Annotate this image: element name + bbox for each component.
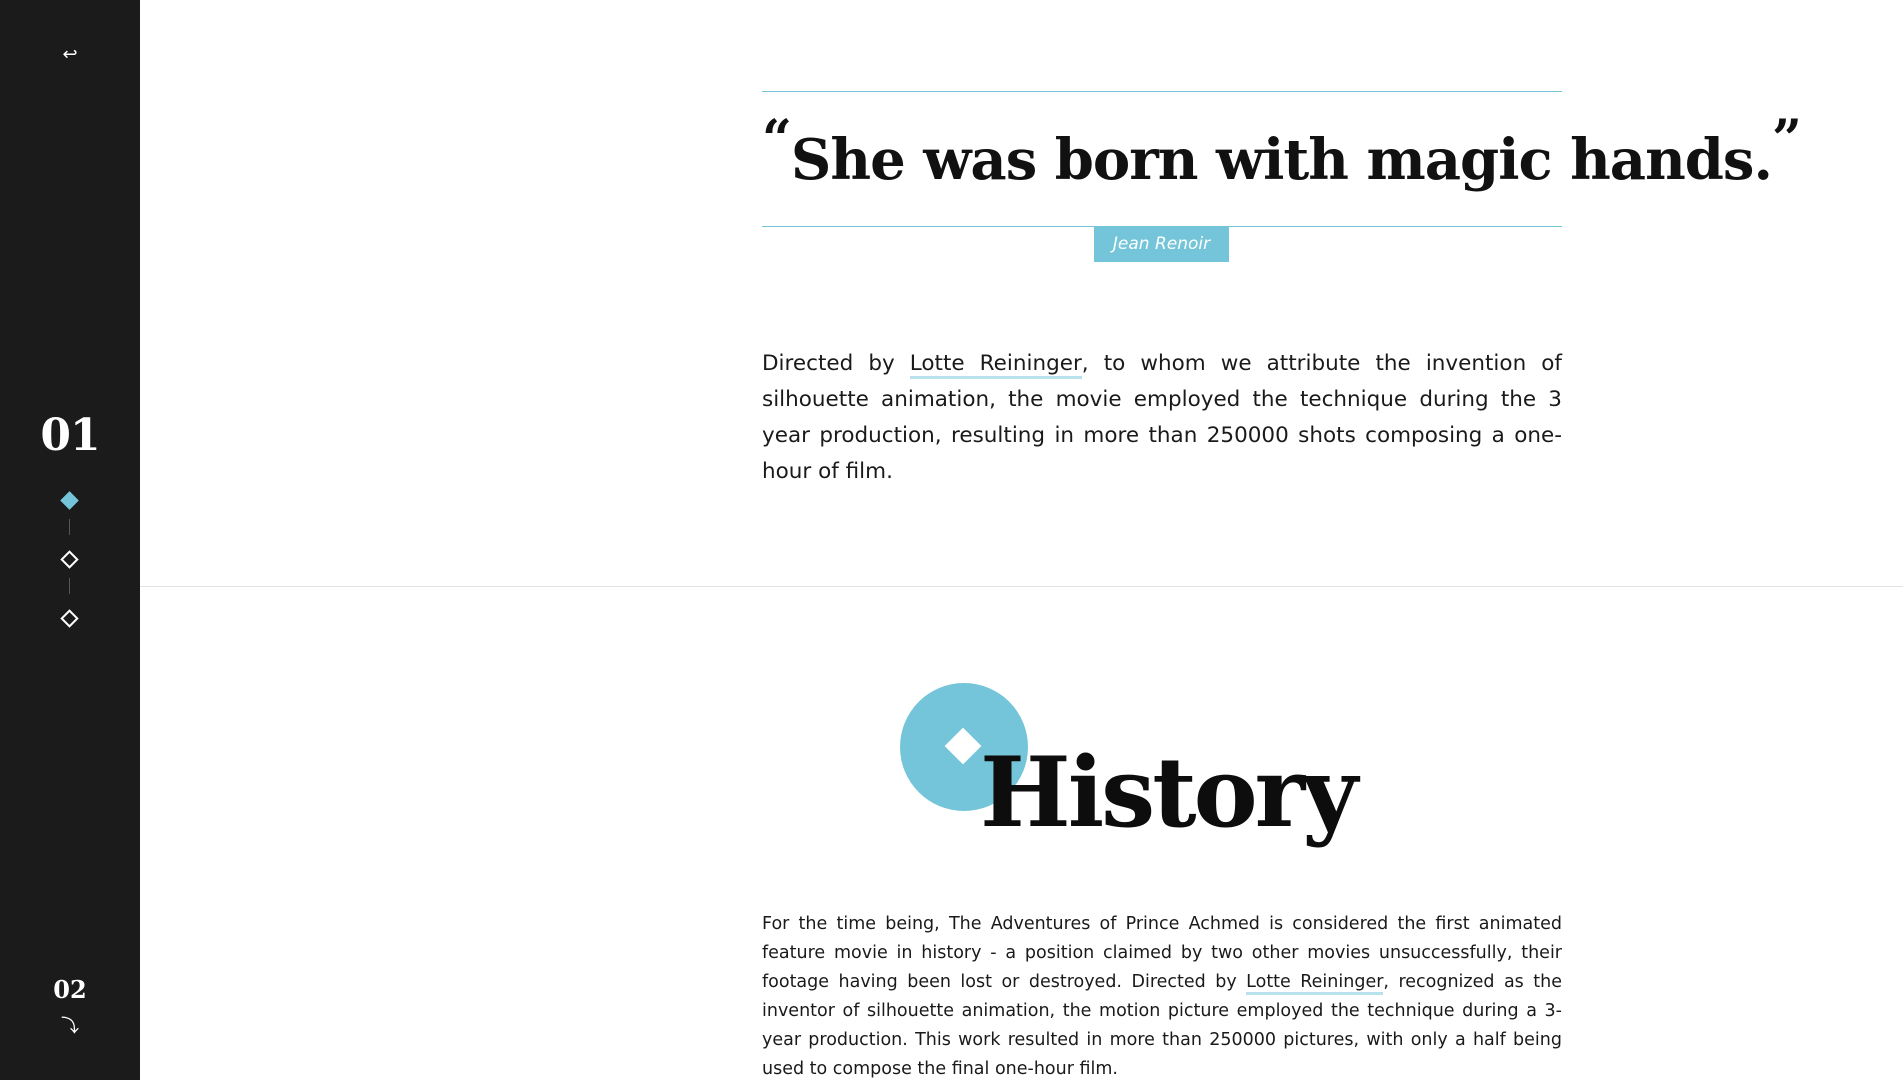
next-chapter-number[interactable]: 02 [0,975,140,1004]
section-dot-1-active[interactable] [60,491,79,510]
history-heading: History [980,736,1358,849]
lotte-reininger-history-link[interactable]: Lotte Reininger [1246,972,1384,995]
lotte-reininger-link[interactable]: Lotte Reininger [909,351,1082,379]
diamond-icon [944,727,982,765]
quote-text: She was born with magic hands. [790,127,1773,193]
dot-connector [69,578,70,594]
quote-top-rule [762,91,1562,92]
section-dot-2[interactable] [60,550,79,569]
back-arrow-icon[interactable]: ↩ [0,44,140,65]
close-quote-mark: ” [1771,109,1802,170]
lead-paragraph: Directed by Lotte Reininger, to whom we … [762,346,1562,490]
pull-quote: “She was born with magic hands.” [762,109,1802,204]
lead-text-start: Directed by [762,351,910,376]
open-quote-mark: “ [762,109,792,170]
history-paragraph: For the time being, The Adventures of Pr… [762,910,1562,1084]
quote-attribution-badge: Jean Renoir [1094,227,1229,262]
current-chapter-number: 01 [40,410,100,461]
section-dot-3[interactable] [60,609,79,628]
main-content: “She was born with magic hands.” Jean Re… [140,0,1903,1080]
dot-connector [69,519,70,535]
next-chapter-arrow-icon[interactable]: ⤵ [0,1012,140,1038]
section-divider [140,586,1903,587]
chapter-sidebar: ↩ 01 02 ⤵ [0,0,140,1080]
